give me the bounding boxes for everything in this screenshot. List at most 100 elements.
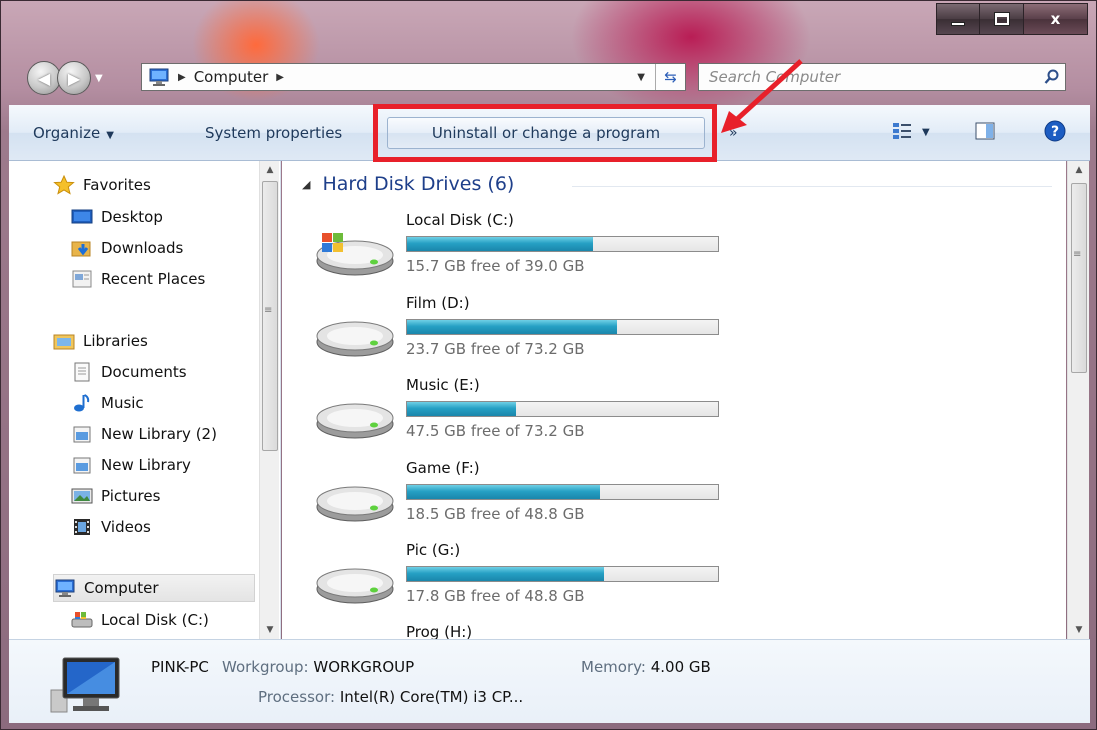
minimize-icon bbox=[951, 22, 965, 26]
scroll-up-arrow[interactable]: ▲ bbox=[260, 161, 280, 179]
memory-value: 4.00 GB bbox=[650, 658, 711, 676]
sidebar-item-desktop[interactable]: Desktop bbox=[71, 203, 163, 231]
computer-name: PINK-PC bbox=[151, 658, 209, 676]
search-input[interactable]: Search Computer bbox=[699, 68, 1039, 86]
scroll-grip-icon: ≡ bbox=[1073, 249, 1082, 260]
drive-usage-bar bbox=[406, 319, 719, 335]
preview-pane-button[interactable] bbox=[975, 122, 995, 144]
scroll-down-arrow[interactable]: ▼ bbox=[260, 621, 280, 639]
library-icon bbox=[71, 455, 93, 475]
command-bar: Organize ▼ System properties Uninstall or… bbox=[9, 105, 1090, 161]
scrollbar-thumb[interactable] bbox=[1071, 183, 1087, 373]
sidebar-item-computer[interactable]: Computer bbox=[53, 574, 255, 602]
drive-item[interactable]: Prog (H:) bbox=[314, 623, 814, 639]
drive-free-space: 17.8 GB free of 48.8 GB bbox=[406, 587, 585, 605]
breadcrumb-separator[interactable]: ▶ bbox=[276, 72, 284, 83]
drive-usage-fill bbox=[407, 237, 593, 251]
organize-button[interactable]: Organize ▼ bbox=[21, 124, 126, 142]
sidebar-item-label: Computer bbox=[84, 579, 159, 597]
drive-name: Prog (H:) bbox=[406, 623, 473, 639]
change-view-button[interactable]: ▼ bbox=[892, 122, 930, 144]
sidebar-item-label: Downloads bbox=[101, 239, 184, 257]
sidebar-item-favorites[interactable]: Favorites bbox=[53, 171, 151, 199]
memory-info: Memory: 4.00 GB bbox=[581, 658, 711, 676]
documents-icon bbox=[71, 362, 93, 382]
window-controls: x bbox=[936, 3, 1088, 37]
sidebar-item-label: New Library (2) bbox=[101, 425, 217, 443]
processor-info: Processor: Intel(R) Core(TM) i3 CP... bbox=[258, 688, 523, 706]
preview-pane-icon bbox=[975, 122, 995, 144]
drive-item[interactable]: Film (D:) 23.7 GB free of 73.2 GB bbox=[314, 294, 814, 374]
search-icon[interactable] bbox=[1039, 69, 1065, 85]
drive-free-space: 15.7 GB free of 39.0 GB bbox=[406, 257, 585, 275]
sidebar-item-music[interactable]: Music bbox=[71, 389, 144, 417]
sidebar-item-local-disk-c[interactable]: Local Disk (C:) bbox=[71, 606, 209, 634]
sidebar-item-downloads[interactable]: Downloads bbox=[71, 234, 183, 262]
close-button[interactable]: x bbox=[1024, 3, 1088, 35]
sidebar-item-videos[interactable]: Videos bbox=[71, 513, 151, 541]
group-title: Hard Disk Drives (6) bbox=[322, 173, 515, 195]
drive-usage-bar bbox=[406, 484, 719, 500]
system-properties-button[interactable]: System properties bbox=[193, 124, 354, 142]
sidebar-item-new-library[interactable]: New Library bbox=[71, 451, 191, 479]
breadcrumb-computer[interactable]: Computer bbox=[194, 68, 269, 86]
background-decoration bbox=[181, 1, 331, 111]
help-button[interactable]: ? bbox=[1044, 120, 1066, 146]
forward-button[interactable]: ▶ bbox=[57, 61, 91, 95]
forward-arrow-icon: ▶ bbox=[67, 68, 81, 88]
refresh-button[interactable]: ⇆ bbox=[655, 64, 685, 90]
hard-drive-icon bbox=[314, 481, 396, 525]
maximize-button[interactable] bbox=[980, 3, 1024, 35]
group-divider bbox=[572, 186, 1052, 187]
back-button[interactable]: ◀ bbox=[27, 61, 61, 95]
sidebar-item-label: Libraries bbox=[83, 332, 148, 350]
scroll-down-arrow[interactable]: ▼ bbox=[1068, 621, 1090, 639]
pictures-icon bbox=[71, 486, 93, 506]
sidebar-item-libraries[interactable]: Libraries bbox=[53, 327, 148, 355]
collapse-triangle-icon[interactable]: ◢ bbox=[302, 178, 310, 191]
workgroup-info: Workgroup: WORKGROUP bbox=[222, 658, 414, 676]
drive-usage-bar bbox=[406, 236, 719, 252]
downloads-folder-icon bbox=[71, 238, 93, 258]
workgroup-label: Workgroup: bbox=[222, 658, 309, 676]
content-pane: ◢ Hard Disk Drives (6) Local Disk (C:) 15… bbox=[282, 161, 1066, 639]
search-box[interactable]: Search Computer bbox=[698, 63, 1066, 91]
refresh-icon: ⇆ bbox=[664, 68, 677, 86]
drive-name: Game (F:) bbox=[406, 459, 480, 477]
svg-text:?: ? bbox=[1051, 124, 1059, 140]
breadcrumb-separator[interactable]: ▶ bbox=[178, 72, 186, 83]
drive-item[interactable]: Music (E:) 47.5 GB free of 73.2 GB bbox=[314, 376, 814, 456]
scroll-up-arrow[interactable]: ▲ bbox=[1068, 161, 1090, 179]
sidebar-item-pictures[interactable]: Pictures bbox=[71, 482, 160, 510]
star-icon bbox=[53, 175, 75, 195]
group-header[interactable]: ◢ Hard Disk Drives (6) bbox=[302, 173, 514, 195]
sidebar-item-new-library-2[interactable]: New Library (2) bbox=[71, 420, 217, 448]
drive-usage-bar bbox=[406, 566, 719, 582]
chevron-down-icon: ▼ bbox=[106, 129, 114, 141]
processor-label: Processor: bbox=[258, 688, 336, 706]
drive-item[interactable]: Pic (G:) 17.8 GB free of 48.8 GB bbox=[314, 541, 814, 621]
navigation-scrollbar[interactable]: ▲ ≡ ▼ bbox=[259, 161, 279, 639]
content-scrollbar[interactable]: ▲ ≡ ▼ bbox=[1067, 161, 1089, 639]
scrollbar-thumb[interactable] bbox=[262, 181, 278, 451]
address-bar[interactable]: ▶ Computer ▶ ▼ ⇆ bbox=[141, 63, 686, 91]
view-options-icon bbox=[892, 122, 912, 144]
drive-usage-fill bbox=[407, 402, 517, 416]
sidebar-item-documents[interactable]: Documents bbox=[71, 358, 187, 386]
recent-places-icon bbox=[71, 269, 93, 289]
drive-usage-fill bbox=[407, 320, 618, 334]
computer-monitor-icon bbox=[49, 654, 127, 714]
minimize-button[interactable] bbox=[936, 3, 980, 35]
sidebar-item-label: Music bbox=[101, 394, 144, 412]
recent-pages-dropdown[interactable]: ▼ bbox=[95, 73, 103, 84]
uninstall-program-button[interactable]: Uninstall or change a program bbox=[387, 117, 705, 149]
drive-usage-fill bbox=[407, 567, 605, 581]
sidebar-item-recent-places[interactable]: Recent Places bbox=[71, 265, 205, 293]
more-commands-button[interactable]: » bbox=[717, 125, 750, 141]
drive-item[interactable]: Game (F:) 18.5 GB free of 48.8 GB bbox=[314, 459, 814, 539]
sidebar-item-label: Pictures bbox=[101, 487, 161, 505]
system-drive-icon bbox=[314, 233, 396, 277]
drive-item[interactable]: Local Disk (C:) 15.7 GB free of 39.0 GB bbox=[314, 211, 814, 291]
maximize-icon bbox=[994, 13, 1009, 25]
address-dropdown[interactable]: ▼ bbox=[637, 72, 645, 83]
